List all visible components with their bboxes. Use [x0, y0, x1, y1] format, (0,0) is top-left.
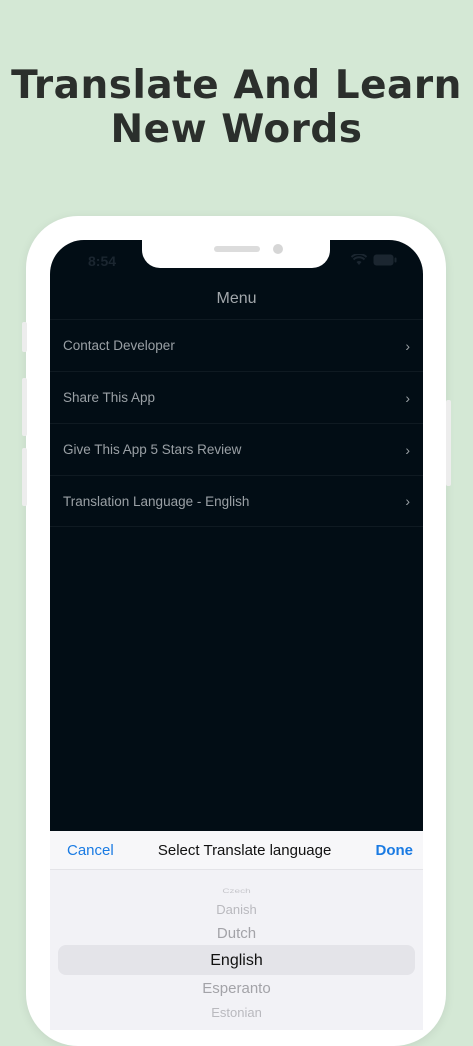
chevron-right-icon: › — [405, 389, 410, 406]
phone-side-button-silent — [22, 322, 27, 352]
chevron-right-icon: › — [405, 441, 410, 458]
headline: Translate And Learn New Words — [0, 64, 473, 152]
language-picker-sheet: Cancel Select Translate language Done Cz… — [50, 831, 423, 1030]
menu-item-label: Translation Language - English — [63, 493, 250, 509]
wifi-icon — [351, 254, 367, 265]
menu-item-label: Contact Developer — [63, 338, 175, 353]
phone-screen: 8:54 Menu Contact Developer › Share This… — [50, 240, 423, 1030]
phone-notch — [142, 240, 330, 268]
phone-side-button-power — [446, 400, 451, 486]
chevron-right-icon: › — [405, 337, 410, 354]
done-button[interactable]: Done — [376, 842, 414, 859]
picker-option[interactable]: Dutch — [50, 925, 423, 942]
picker-option[interactable]: Czech — [50, 888, 423, 895]
language-picker-wheel[interactable]: Czech Danish Dutch English Esperanto Est… — [50, 870, 423, 1030]
menu-title: Menu — [216, 290, 257, 307]
speaker-grille — [214, 246, 260, 252]
menu-item-label: Give This App 5 Stars Review — [63, 442, 242, 457]
status-time: 8:54 — [88, 253, 117, 269]
cancel-button[interactable]: Cancel — [67, 842, 114, 859]
phone-side-button-volume-up — [22, 378, 27, 436]
menu-item-share-app[interactable]: Share This App › — [50, 371, 423, 423]
phone-side-button-volume-down — [22, 448, 27, 506]
headline-line-1: Translate And Learn — [11, 63, 462, 108]
picker-option[interactable]: Danish — [50, 902, 423, 917]
picker-toolbar: Cancel Select Translate language Done — [50, 831, 423, 870]
battery-icon — [373, 254, 397, 266]
chevron-right-icon: › — [405, 493, 410, 509]
headline-line-2: New Words — [110, 107, 363, 152]
picker-title: Select Translate language — [157, 841, 332, 859]
menu-item-label: Share This App — [63, 390, 156, 405]
menu-list: Contact Developer › Share This App › Giv… — [50, 319, 423, 527]
picker-option-selected[interactable]: English — [50, 952, 423, 970]
status-icons — [351, 254, 397, 266]
menu-item-contact-developer[interactable]: Contact Developer › — [50, 319, 423, 371]
picker-option[interactable]: Esperanto — [50, 980, 423, 997]
menu-item-rate-app[interactable]: Give This App 5 Stars Review › — [50, 423, 423, 475]
front-camera — [273, 244, 283, 254]
menu-item-translation-language[interactable]: Translation Language - English › — [50, 475, 423, 527]
picker-option[interactable]: Estonian — [50, 1005, 423, 1020]
